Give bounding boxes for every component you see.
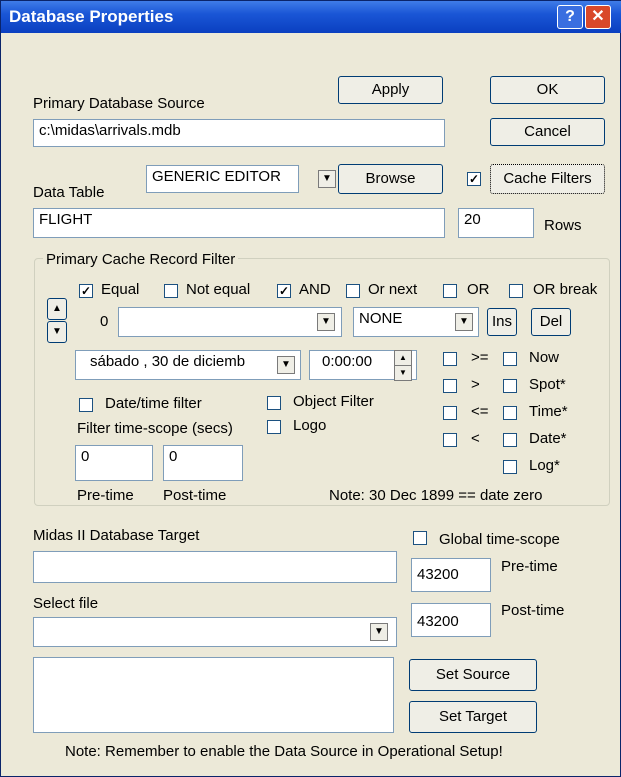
data-table-input[interactable]: FLIGHT (33, 208, 445, 238)
pre-time-label: Pre-time (77, 487, 134, 504)
primary-filter-title: Primary Cache Record Filter (43, 251, 239, 268)
pre-time-input[interactable]: 0 (75, 445, 153, 481)
or-break-checkbox[interactable] (509, 284, 523, 298)
chevron-down-icon[interactable]: ▼ (318, 170, 336, 188)
global-time-scope-checkbox[interactable] (413, 531, 427, 545)
equal-checkbox[interactable]: ✓ (79, 284, 93, 298)
footer-note: Note: Remember to enable the Data Source… (65, 743, 503, 760)
now-checkbox[interactable] (503, 352, 517, 366)
set-source-button[interactable]: Set Source (409, 659, 537, 691)
chevron-down-icon[interactable]: ▼ (370, 623, 388, 641)
time-picker-value: 0:00:00 (322, 353, 373, 370)
primary-source-input[interactable]: c:\midas\arrivals.mdb (33, 119, 445, 147)
ge-label: >= (471, 349, 489, 366)
select-file-dropdown[interactable] (33, 617, 397, 647)
or-next-checkbox[interactable] (346, 284, 360, 298)
ins-button[interactable]: Ins (487, 308, 517, 336)
or-break-label: OR break (533, 281, 598, 298)
target-input[interactable] (33, 551, 397, 583)
logo-checkbox[interactable] (267, 420, 281, 434)
date-time-filter-label: Date/time filter (105, 395, 202, 412)
move-down-icon[interactable]: ▼ (47, 321, 67, 343)
field-index: 0 (100, 313, 109, 330)
chevron-down-icon[interactable]: ▼ (455, 313, 473, 331)
not-equal-label: Not equal (186, 281, 251, 298)
browse-button[interactable]: Browse (338, 164, 443, 194)
equal-label: Equal (101, 281, 140, 298)
global-pre-time-input[interactable]: 43200 (411, 558, 491, 592)
field-select[interactable] (118, 307, 342, 337)
gt-checkbox[interactable] (443, 379, 457, 393)
cancel-button[interactable]: Cancel (490, 118, 605, 146)
global-pre-time-label: Pre-time (501, 558, 558, 575)
date-label: Date* (529, 430, 567, 447)
spin-up-icon[interactable]: ▲ (394, 350, 412, 366)
post-time-input[interactable]: 0 (163, 445, 243, 481)
time-scope-label: Filter time-scope (secs) (77, 420, 233, 437)
logo-label: Logo (293, 417, 327, 434)
rows-label: Rows (544, 217, 582, 234)
apply-button[interactable]: Apply (338, 76, 443, 104)
object-filter-label: Object Filter (293, 393, 374, 410)
and-label: AND (299, 281, 331, 298)
del-button[interactable]: Del (531, 308, 571, 336)
date-picker-value: sábado , 30 de diciemb (90, 353, 246, 370)
rows-input[interactable]: 20 (458, 208, 534, 238)
log-checkbox[interactable] (503, 460, 517, 474)
ok-button[interactable]: OK (490, 76, 605, 104)
close-icon[interactable]: ✕ (585, 5, 611, 29)
source-list-box[interactable] (33, 657, 394, 733)
global-time-scope-label: Global time-scope (439, 531, 560, 548)
now-label: Now (529, 349, 560, 366)
editor-select-value: GENERIC EDITOR (152, 168, 281, 185)
title-bar: Database Properties ? ✕ (1, 1, 621, 33)
move-up-icon[interactable]: ▲ (47, 298, 67, 320)
lt-label: < (471, 430, 480, 447)
global-post-time-input[interactable]: 43200 (411, 603, 491, 637)
date-time-filter-checkbox[interactable] (79, 398, 93, 412)
date-zero-note: Note: 30 Dec 1899 == date zero (329, 487, 543, 504)
database-properties-dialog: Database Properties ? ✕ Primary Database… (0, 0, 621, 777)
le-label: <= (471, 403, 489, 420)
date-checkbox[interactable] (503, 433, 517, 447)
object-filter-checkbox[interactable] (267, 396, 281, 410)
time-label: Time* (529, 403, 568, 420)
set-target-button[interactable]: Set Target (409, 701, 537, 733)
chevron-down-icon[interactable]: ▼ (277, 356, 295, 374)
global-post-time-label: Post-time (501, 602, 565, 619)
time-checkbox[interactable] (503, 406, 517, 420)
target-label: Midas II Database Target (33, 527, 200, 544)
select-file-label: Select file (33, 595, 99, 612)
help-icon[interactable]: ? (557, 5, 583, 29)
spot-checkbox[interactable] (503, 379, 517, 393)
not-equal-checkbox[interactable] (164, 284, 178, 298)
spot-label: Spot* (529, 376, 566, 393)
or-next-label: Or next (368, 281, 418, 298)
post-time-label: Post-time (163, 487, 227, 504)
spin-down-icon[interactable]: ▼ (394, 365, 412, 381)
gt-label: > (471, 376, 480, 393)
primary-source-label: Primary Database Source (33, 95, 205, 112)
or-label: OR (467, 281, 490, 298)
cache-filters-checkbox[interactable]: ✓ (467, 172, 481, 186)
and-checkbox[interactable]: ✓ (277, 284, 291, 298)
log-label: Log* (529, 457, 560, 474)
lt-checkbox[interactable] (443, 433, 457, 447)
window-title: Database Properties (9, 7, 174, 26)
operator-select-value: NONE (359, 310, 403, 327)
ge-checkbox[interactable] (443, 352, 457, 366)
or-checkbox[interactable] (443, 284, 457, 298)
le-checkbox[interactable] (443, 406, 457, 420)
data-table-label: Data Table (33, 184, 105, 201)
date-picker[interactable]: sábado , 30 de diciemb (75, 350, 301, 380)
chevron-down-icon[interactable]: ▼ (317, 313, 335, 331)
editor-select[interactable]: GENERIC EDITOR (146, 165, 299, 193)
cache-filters-button[interactable]: Cache Filters (490, 164, 605, 194)
